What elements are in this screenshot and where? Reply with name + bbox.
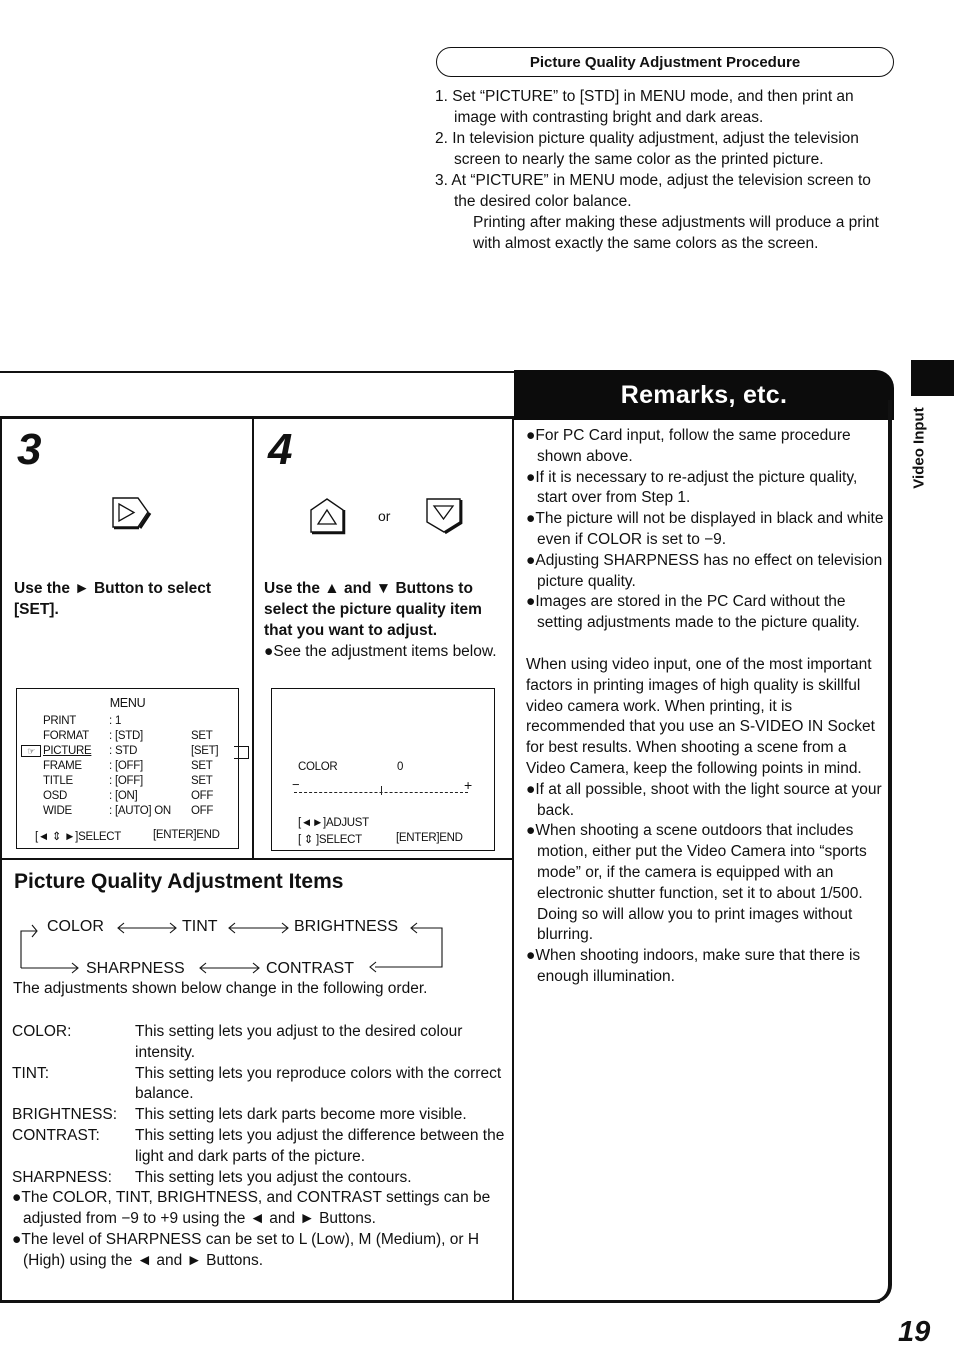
plus-sign: + bbox=[464, 777, 472, 793]
menu-screen: MENU PRINT: 1 FORMAT: [STD] SET ☞ PICTURE… bbox=[16, 688, 249, 849]
remark-item: ●Adjusting SHARPNESS has no effect on te… bbox=[526, 551, 883, 590]
adjust-level-marker bbox=[381, 786, 382, 795]
remarks-body: ●For PC Card input, follow the same proc… bbox=[526, 426, 884, 988]
adjustment-cycle-diagram: COLOR TINT BRIGHTNESS SHARPNESS CONTRAST bbox=[14, 912, 454, 977]
menu-row: OSD: [ON] OFF bbox=[43, 790, 214, 802]
items-note: ●The COLOR, TINT, BRIGHTNESS, and CONTRA… bbox=[12, 1189, 491, 1228]
selection-bracket bbox=[234, 746, 249, 759]
items-title: Picture Quality Adjustment Items bbox=[14, 870, 344, 893]
procedure-step: 1. Set “PICTURE” to [STD] in MENU mode, … bbox=[435, 88, 854, 126]
down-arrow-button-icon bbox=[426, 498, 463, 535]
procedure-step: 3. At “PICTURE” in MENU mode, adjust the… bbox=[435, 170, 895, 254]
cycle-item-color: COLOR bbox=[47, 918, 104, 935]
adjust-footer-adjust: [◄►]ADJUST bbox=[298, 817, 369, 829]
or-label: or bbox=[378, 508, 391, 524]
remark-item: ●Images are stored in the PC Card withou… bbox=[526, 593, 860, 632]
procedure-title: Picture Quality Adjustment Procedure bbox=[529, 53, 801, 71]
menu-screen-title: MENU bbox=[109, 696, 146, 710]
remarks-paragraph: When using video input, one of the most … bbox=[526, 655, 875, 777]
step4-instruction: Use the ▲ and ▼ Buttons to select the pi… bbox=[264, 580, 482, 639]
step4-note: ●See the adjustment items below. bbox=[264, 643, 497, 660]
menu-row: WIDE: [AUTO] ON OFF bbox=[43, 805, 214, 817]
frame-bottom-border bbox=[0, 1300, 880, 1303]
minus-sign: − bbox=[292, 777, 300, 792]
items-note: ●The level of SHARPNESS can be set to L … bbox=[12, 1230, 480, 1269]
adjust-screen: COLOR 0 − + [◄►]ADJUST [ ⇕ ]SELECT [ENTE… bbox=[271, 688, 495, 851]
cycle-item-tint: TINT bbox=[182, 918, 218, 935]
up-arrow-button-icon bbox=[310, 498, 346, 535]
definition-row: TINT: This setting lets you reproduce col… bbox=[12, 1064, 502, 1103]
menu-row: FORMAT: [STD] SET bbox=[43, 730, 213, 742]
tip-item: ●When shooting a scene outdoors that inc… bbox=[526, 822, 867, 944]
procedure-note: Printing after making these adjustments … bbox=[473, 214, 879, 252]
definition-row: CONTRAST: This setting lets you adjust th… bbox=[12, 1126, 505, 1165]
remark-item: ●If it is necessary to re-adjust the pic… bbox=[526, 468, 858, 507]
procedure-steps: 1. Set “PICTURE” to [STD] in MENU mode, … bbox=[435, 86, 895, 254]
step3-instruction: Use the ► Button to select [SET]. bbox=[14, 580, 212, 618]
tip-item: ●If at all possible, shoot with the ligh… bbox=[526, 780, 882, 819]
cycle-item-brightness: BRIGHTNESS bbox=[294, 918, 399, 935]
menu-row: FRAME: [OFF] SET bbox=[43, 760, 213, 772]
definition-row: SHARPNESS: This setting lets you adjust t… bbox=[12, 1168, 412, 1186]
steps-bottom-divider bbox=[0, 858, 514, 860]
procedure-title-box: Picture Quality Adjustment Procedure bbox=[436, 47, 894, 77]
page-number: 19 bbox=[898, 1316, 931, 1348]
menu-row: TITLE: [OFF] SET bbox=[43, 775, 213, 787]
definition-row: COLOR: This setting lets you adjust to th… bbox=[12, 1023, 463, 1061]
remarks-header: Remarks, etc. bbox=[514, 370, 894, 420]
remark-item: ●The picture will not be displayed in bl… bbox=[526, 510, 884, 548]
section-tab-label: Video Input bbox=[910, 407, 928, 489]
column-divider bbox=[512, 418, 514, 1302]
step-divider bbox=[252, 418, 254, 860]
section-tab-marker bbox=[911, 360, 954, 396]
steps-header-bar bbox=[0, 371, 515, 419]
menu-row-selected: ☞ PICTURE: STD [SET] bbox=[21, 744, 249, 759]
hand-pointer-icon: ☞ bbox=[21, 745, 41, 757]
adjust-item-value: 0 bbox=[397, 761, 404, 773]
adjust-footer-select: [ ⇕ ]SELECT bbox=[298, 834, 362, 846]
cycle-item-contrast: CONTRAST bbox=[266, 960, 354, 977]
frame-right-border bbox=[888, 400, 892, 1280]
right-arrow-button-icon bbox=[112, 497, 152, 530]
definition-row: BRIGHTNESS: This setting lets dark parts … bbox=[12, 1106, 467, 1124]
step-number-3: 3 bbox=[17, 425, 42, 474]
tip-item: ●When shooting indoors, make sure that t… bbox=[526, 947, 861, 985]
menu-row: PRINT: 1 bbox=[43, 715, 122, 727]
procedure-step: 2. In television picture quality adjustm… bbox=[435, 130, 859, 168]
items-intro: The adjustments shown below change in th… bbox=[13, 980, 428, 997]
adjust-item-label: COLOR bbox=[298, 761, 338, 773]
adjust-footer-end: [ENTER]END bbox=[396, 832, 463, 844]
remarks-title: Remarks, etc. bbox=[620, 380, 788, 409]
section-tab: Video Input bbox=[904, 400, 934, 496]
remark-item: ●For PC Card input, follow the same proc… bbox=[526, 427, 851, 465]
definition-list: COLOR: This setting lets you adjust to th… bbox=[12, 1022, 507, 1272]
cycle-item-sharpness: SHARPNESS bbox=[86, 960, 185, 977]
menu-footer-select: [◄ ⇕ ►]SELECT bbox=[35, 831, 122, 843]
step-number-4: 4 bbox=[268, 425, 293, 474]
menu-footer-end: [ENTER]END bbox=[153, 829, 220, 841]
